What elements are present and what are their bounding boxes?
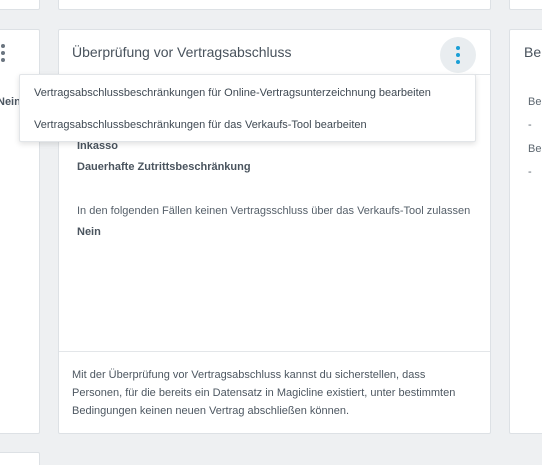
right-card-title: Ber [524,44,542,60]
more-options-icon[interactable] [1,44,5,62]
more-options-icon[interactable] [440,37,476,73]
sales-tool-question: In den folgenden Fällen keinen Vertragss… [77,205,471,217]
options-dropdown-menu: Vertragsabschlussbeschränkungen für Onli… [19,74,476,142]
card-top-left [0,0,40,10]
right-card-line: Be [528,143,542,155]
card-footer-description: Mit der Überprüfung vor Vertragsabschlus… [59,351,490,433]
right-card-line: - [528,119,532,131]
card-title: Überprüfung vor Vertragsabschluss [72,44,292,60]
sales-tool-answer: Nein [77,226,101,238]
card-header: Überprüfung vor Vertragsabschluss [59,30,490,75]
right-card-line: - [528,166,532,178]
right-card-line: Be [528,96,542,108]
menu-item-edit-online-restrictions[interactable]: Vertragsabschlussbeschränkungen für Onli… [20,77,475,109]
left-card-bottom [0,452,40,465]
card-top-right [509,0,542,10]
card-top-middle [58,0,491,10]
left-card-value: Nein [0,96,21,108]
menu-item-edit-sales-tool-restrictions[interactable]: Vertragsabschlussbeschränkungen für das … [20,109,475,141]
right-card: Ber Be - Be - [509,29,542,434]
restriction-item-access: Dauerhafte Zutrittsbeschränkung [77,161,251,173]
